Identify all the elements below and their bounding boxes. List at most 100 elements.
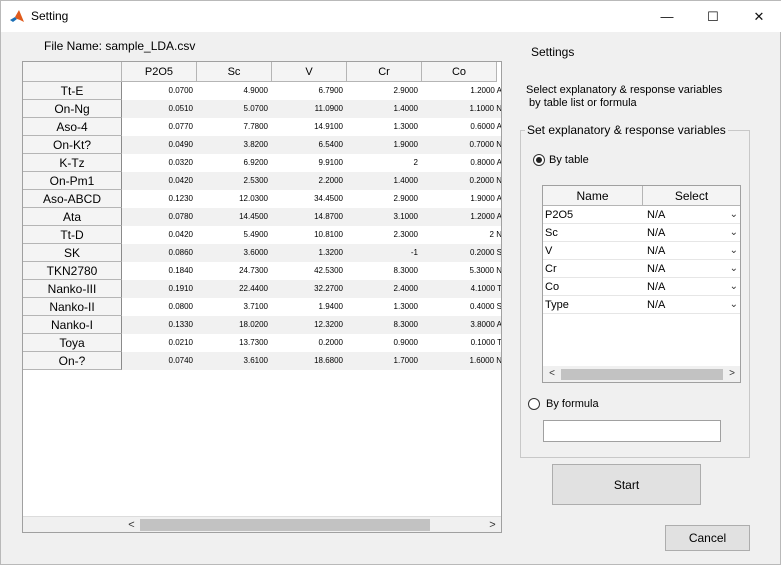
- table-cell[interactable]: 1.2000 A: [422, 208, 501, 226]
- table-cell[interactable]: 1.6000 N: [422, 352, 501, 370]
- table-cell[interactable]: 0.6000 A: [422, 118, 501, 136]
- table-cell[interactable]: 6.5400: [272, 136, 347, 154]
- table-cell[interactable]: 0.8000 A: [422, 154, 501, 172]
- select-column-header[interactable]: Select: [643, 186, 740, 206]
- table-cell[interactable]: 0.1840: [122, 262, 197, 280]
- table-cell[interactable]: 10.8100: [272, 226, 347, 244]
- close-button[interactable]: ✕: [736, 1, 781, 32]
- table-cell[interactable]: 2.5300: [197, 172, 272, 190]
- table-cell[interactable]: 12.3200: [272, 316, 347, 334]
- table-cell[interactable]: 0.0860: [122, 244, 197, 262]
- table-cell[interactable]: 5.4900: [197, 226, 272, 244]
- variable-name-cell[interactable]: Co: [543, 278, 643, 296]
- name-column-header[interactable]: Name: [543, 186, 643, 206]
- scrollbar-thumb[interactable]: [561, 369, 723, 380]
- table-cell[interactable]: 1.1000 N: [422, 100, 501, 118]
- chevron-down-icon[interactable]: ⌄: [730, 242, 738, 260]
- table-cell[interactable]: 4.1000 T: [422, 280, 501, 298]
- table-cell[interactable]: 0.9000: [347, 334, 422, 352]
- table-cell[interactable]: 1.9000: [347, 136, 422, 154]
- formula-input[interactable]: [543, 420, 721, 442]
- table-cell[interactable]: 1.3000: [347, 298, 422, 316]
- row-header[interactable]: SK: [23, 244, 122, 262]
- table-cell[interactable]: 1.9000 A: [422, 190, 501, 208]
- table-cell[interactable]: 5.0700: [197, 100, 272, 118]
- table-cell[interactable]: 8.3000: [347, 316, 422, 334]
- table-cell[interactable]: 11.0900: [272, 100, 347, 118]
- table-cell[interactable]: 0.7000 N: [422, 136, 501, 154]
- table-cell[interactable]: 0.0770: [122, 118, 197, 136]
- table-cell[interactable]: 1.7000: [347, 352, 422, 370]
- row-header[interactable]: On-Ng: [23, 100, 122, 118]
- row-header[interactable]: On-?: [23, 352, 122, 370]
- table-cell[interactable]: 3.8200: [197, 136, 272, 154]
- scrollbar-thumb[interactable]: [140, 519, 430, 531]
- column-header[interactable]: V: [272, 62, 347, 82]
- maximize-button[interactable]: ☐: [690, 1, 736, 32]
- table-cell[interactable]: 0.1910: [122, 280, 197, 298]
- table-cell[interactable]: 3.8000 A: [422, 316, 501, 334]
- table-cell[interactable]: 0.0740: [122, 352, 197, 370]
- variable-select-dropdown[interactable]: N/A ⌄: [643, 224, 740, 242]
- table-cell[interactable]: 0.0320: [122, 154, 197, 172]
- table-cell[interactable]: 14.4500: [197, 208, 272, 226]
- table-cell[interactable]: 9.9100: [272, 154, 347, 172]
- scroll-right-icon[interactable]: >: [724, 366, 740, 382]
- table-cell[interactable]: 1.9400: [272, 298, 347, 316]
- row-header[interactable]: Nanko-I: [23, 316, 122, 334]
- row-header[interactable]: Tt-D: [23, 226, 122, 244]
- by-formula-label[interactable]: By formula: [546, 398, 599, 410]
- table-cell[interactable]: 0.4000 S: [422, 298, 501, 316]
- table-cell[interactable]: 22.4400: [197, 280, 272, 298]
- data-table[interactable]: P2O5 Sc V Cr Co Tt-E 0.0700 4.9000 6.7900 2.9000…: [22, 61, 502, 533]
- table-cell[interactable]: 4.9000: [197, 82, 272, 100]
- table-cell[interactable]: 3.7100: [197, 298, 272, 316]
- by-table-label[interactable]: By table: [549, 154, 589, 166]
- row-header[interactable]: K-Tz: [23, 154, 122, 172]
- variable-name-cell[interactable]: Sc: [543, 224, 643, 242]
- table-cell[interactable]: 0.2000 S: [422, 244, 501, 262]
- chevron-down-icon[interactable]: ⌄: [730, 224, 738, 242]
- row-header[interactable]: TKN2780: [23, 262, 122, 280]
- table-cell[interactable]: 0.0510: [122, 100, 197, 118]
- row-header[interactable]: On-Kt?: [23, 136, 122, 154]
- table-cell[interactable]: 2.9000: [347, 190, 422, 208]
- table-cell[interactable]: -1: [347, 244, 422, 262]
- table-cell[interactable]: 2.2000: [272, 172, 347, 190]
- variable-select-dropdown[interactable]: N/A ⌄: [643, 278, 740, 296]
- table-cell[interactable]: 13.7300: [197, 334, 272, 352]
- table-cell[interactable]: 24.7300: [197, 262, 272, 280]
- table-cell[interactable]: 0.1230: [122, 190, 197, 208]
- table-cell[interactable]: 2: [347, 154, 422, 172]
- table-cell[interactable]: 6.9200: [197, 154, 272, 172]
- chevron-down-icon[interactable]: ⌄: [730, 296, 738, 314]
- variable-table-scrollbar[interactable]: < >: [543, 366, 740, 382]
- table-cell[interactable]: 0.2000 N: [422, 172, 501, 190]
- table-cell[interactable]: 2 N: [422, 226, 501, 244]
- by-formula-radio[interactable]: [528, 398, 540, 410]
- table-cell[interactable]: 2.4000: [347, 280, 422, 298]
- minimize-button[interactable]: —: [644, 1, 690, 32]
- table-cell[interactable]: 42.5300: [272, 262, 347, 280]
- table-cell[interactable]: 3.1000: [347, 208, 422, 226]
- horizontal-scrollbar[interactable]: < >: [23, 516, 501, 532]
- column-header[interactable]: Sc: [197, 62, 272, 82]
- table-cell[interactable]: 7.7800: [197, 118, 272, 136]
- column-header[interactable]: Cr: [347, 62, 422, 82]
- row-header[interactable]: Tt-E: [23, 82, 122, 100]
- table-cell[interactable]: 32.2700: [272, 280, 347, 298]
- variable-select-dropdown[interactable]: N/A ⌄: [643, 296, 740, 314]
- table-cell[interactable]: 8.3000: [347, 262, 422, 280]
- variable-name-cell[interactable]: P2O5: [543, 206, 643, 224]
- table-cell[interactable]: 2.3000: [347, 226, 422, 244]
- scroll-left-icon[interactable]: <: [544, 366, 560, 382]
- table-cell[interactable]: 0.1330: [122, 316, 197, 334]
- table-cell[interactable]: 1.4000: [347, 172, 422, 190]
- table-cell[interactable]: 1.3200: [272, 244, 347, 262]
- chevron-down-icon[interactable]: ⌄: [730, 260, 738, 278]
- table-cell[interactable]: 0.1000 T: [422, 334, 501, 352]
- table-cell[interactable]: 0.2000: [272, 334, 347, 352]
- table-cell[interactable]: 18.0200: [197, 316, 272, 334]
- variable-table[interactable]: Name Select P2O5 N/A ⌄ Sc N/A ⌄ V N/A ⌄ Cr N/A ⌄ Co N…: [542, 185, 741, 383]
- row-header[interactable]: Toya: [23, 334, 122, 352]
